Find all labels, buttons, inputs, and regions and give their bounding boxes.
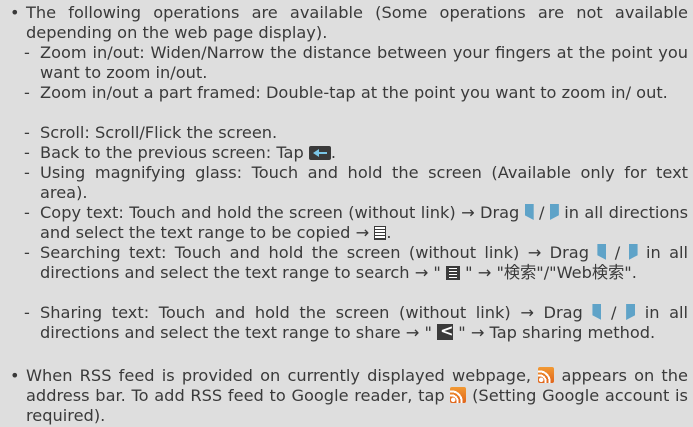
selection-handle-left-icon	[592, 304, 602, 320]
dash-mark: -	[24, 43, 30, 62]
dash-mark: -	[24, 83, 30, 102]
selection-handle-left-icon	[524, 204, 534, 220]
op-search: - Searching text: Touch and hold the scr…	[20, 243, 688, 283]
back-icon	[308, 146, 331, 160]
bullet-rss: • When RSS feed is provided on currently…	[6, 366, 688, 425]
dash-mark: -	[24, 123, 30, 142]
help-page: • The following operations are available…	[0, 0, 693, 427]
selection-handle-left-icon	[597, 244, 607, 260]
rss-text: When RSS feed is provided on currently d…	[26, 366, 539, 385]
selection-handle-right-icon	[628, 244, 638, 260]
copy-icon	[374, 225, 387, 240]
op-scroll: - Scroll: Scroll/Flick the screen.	[20, 123, 688, 143]
op-back-end: .	[330, 143, 337, 162]
operations-intro: The following operations are available (…	[26, 3, 688, 42]
share-icon	[437, 321, 453, 341]
dash-mark: -	[24, 203, 30, 222]
op-zoom-part: - Zoom in/out a part framed: Double-tap …	[20, 83, 688, 103]
dash-mark: -	[24, 143, 30, 162]
op-zoom: - Zoom in/out: Widen/Narrow the distance…	[20, 43, 688, 83]
op-scroll-text: Scroll: Scroll/Flick the screen.	[40, 123, 278, 142]
bullet-mark: •	[10, 366, 20, 385]
op-search-end: " → "検索"/"Web検索".	[460, 262, 637, 282]
op-back: - Back to the previous screen: Tap .	[20, 143, 688, 163]
op-search-text: Searching text: Touch and hold the scree…	[40, 243, 598, 262]
selection-handle-right-icon	[549, 204, 559, 220]
op-copy: - Copy text: Touch and hold the screen (…	[20, 203, 688, 243]
op-magnify: - Using magnifying glass: Touch and hold…	[20, 163, 688, 203]
bullet-operations: • The following operations are available…	[6, 3, 688, 43]
op-share-text: Sharing text: Touch and hold the screen …	[40, 303, 593, 322]
rss-icon	[450, 386, 467, 403]
op-search-sep: /	[606, 243, 629, 262]
op-share: - Sharing text: Touch and hold the scree…	[20, 303, 688, 343]
dash-mark: -	[24, 303, 30, 322]
op-back-text: Back to the previous screen: Tap	[40, 143, 309, 162]
op-copy-sep: /	[533, 203, 550, 222]
op-magnify-text: Using magnifying glass: Touch and hold t…	[40, 163, 688, 202]
op-copy-end: .	[386, 222, 392, 242]
dash-mark: -	[24, 163, 30, 182]
dash-mark: -	[24, 243, 30, 262]
op-zoom-part-text: Zoom in/out a part framed: Double-tap at…	[40, 83, 668, 102]
op-share-end: " → Tap sharing method.	[453, 322, 656, 342]
op-copy-text: Copy text: Touch and hold the screen (wi…	[40, 203, 525, 222]
op-zoom-text: Zoom in/out: Widen/Narrow the distance b…	[40, 43, 688, 82]
search-text-icon	[446, 265, 460, 280]
bullet-mark: •	[10, 3, 20, 22]
selection-handle-right-icon	[626, 304, 636, 320]
op-share-sep: /	[601, 303, 627, 322]
rss-icon	[538, 367, 555, 383]
